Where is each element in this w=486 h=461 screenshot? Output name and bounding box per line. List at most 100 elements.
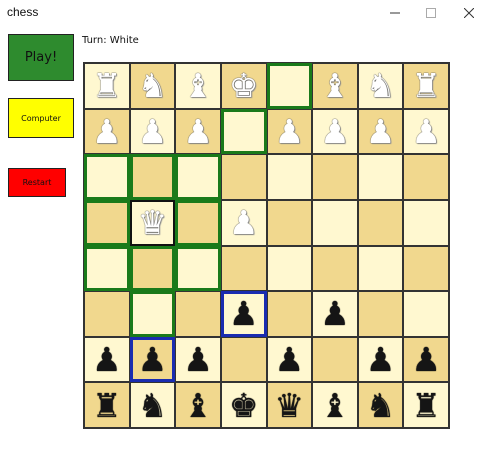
- square-g5[interactable]: [357, 199, 404, 246]
- square-g2[interactable]: ♟: [357, 336, 404, 383]
- black-knight-icon[interactable]: ♞: [366, 389, 396, 422]
- black-bishop-icon[interactable]: ♝: [183, 389, 213, 422]
- black-rook-icon[interactable]: ♜: [92, 389, 122, 422]
- square-e2[interactable]: ♟: [266, 336, 313, 383]
- computer-button[interactable]: Computer: [8, 98, 74, 138]
- square-d6[interactable]: [220, 154, 267, 200]
- square-g4[interactable]: [357, 245, 404, 292]
- black-queen-icon[interactable]: ♛: [275, 389, 305, 422]
- maximize-button[interactable]: [411, 0, 451, 26]
- square-b8[interactable]: ♞: [129, 63, 176, 109]
- black-pawn-icon[interactable]: ♟: [320, 297, 350, 330]
- square-a5[interactable]: [84, 199, 130, 246]
- square-g3[interactable]: [357, 291, 404, 337]
- white-rook-icon[interactable]: ♜: [411, 69, 441, 102]
- white-rook-icon[interactable]: ♜: [92, 69, 122, 102]
- square-a1[interactable]: ♜: [84, 382, 130, 428]
- square-g1[interactable]: ♞: [357, 382, 404, 428]
- square-d4[interactable]: [220, 245, 267, 292]
- square-e4[interactable]: [266, 245, 313, 292]
- square-g7[interactable]: ♟: [357, 108, 404, 155]
- white-queen-icon[interactable]: ♛: [138, 206, 168, 239]
- square-h8[interactable]: ♜: [403, 63, 449, 109]
- white-pawn-icon[interactable]: ♟: [411, 115, 441, 148]
- square-f1[interactable]: ♝: [312, 382, 358, 428]
- square-a7[interactable]: ♟: [84, 108, 130, 155]
- square-h5[interactable]: [403, 199, 449, 246]
- white-bishop-icon[interactable]: ♝: [183, 69, 213, 102]
- square-f2[interactable]: [312, 336, 358, 383]
- black-knight-icon[interactable]: ♞: [138, 389, 168, 422]
- play-button[interactable]: Play!: [8, 34, 74, 81]
- square-g6[interactable]: [357, 154, 404, 200]
- square-b5[interactable]: ♛: [129, 199, 176, 246]
- black-pawn-icon[interactable]: ♟: [183, 343, 213, 376]
- black-king-icon[interactable]: ♚: [229, 389, 259, 422]
- white-pawn-icon[interactable]: ♟: [183, 115, 213, 148]
- square-a4[interactable]: [84, 245, 130, 292]
- white-pawn-icon[interactable]: ♟: [92, 115, 122, 148]
- square-f3[interactable]: ♟: [312, 291, 358, 337]
- square-h6[interactable]: [403, 154, 449, 200]
- square-h7[interactable]: ♟: [403, 108, 449, 155]
- square-f6[interactable]: [312, 154, 358, 200]
- white-pawn-icon[interactable]: ♟: [320, 115, 350, 148]
- white-pawn-icon[interactable]: ♟: [138, 115, 168, 148]
- square-d8[interactable]: ♚: [220, 63, 267, 109]
- square-h3[interactable]: [403, 291, 449, 337]
- square-g8[interactable]: ♞: [357, 63, 404, 109]
- square-b6[interactable]: [129, 154, 176, 200]
- white-pawn-icon[interactable]: ♟: [229, 206, 259, 239]
- square-e1[interactable]: ♛: [266, 382, 313, 428]
- square-b3[interactable]: [129, 291, 176, 337]
- square-h4[interactable]: [403, 245, 449, 292]
- square-c8[interactable]: ♝: [175, 63, 221, 109]
- square-c1[interactable]: ♝: [175, 382, 221, 428]
- square-d5[interactable]: ♟: [220, 199, 267, 246]
- square-f5[interactable]: [312, 199, 358, 246]
- square-e8[interactable]: [266, 63, 313, 109]
- square-a3[interactable]: [84, 291, 130, 337]
- black-pawn-icon[interactable]: ♟: [411, 343, 441, 376]
- white-pawn-icon[interactable]: ♟: [366, 115, 396, 148]
- square-c4[interactable]: [175, 245, 221, 292]
- square-b7[interactable]: ♟: [129, 108, 176, 155]
- square-d2[interactable]: [220, 336, 267, 383]
- square-c6[interactable]: [175, 154, 221, 200]
- close-button[interactable]: [449, 0, 486, 26]
- black-rook-icon[interactable]: ♜: [411, 389, 441, 422]
- square-e7[interactable]: ♟: [266, 108, 313, 155]
- square-f7[interactable]: ♟: [312, 108, 358, 155]
- restart-button[interactable]: Restart: [8, 168, 66, 197]
- white-knight-icon[interactable]: ♞: [138, 69, 168, 102]
- square-a2[interactable]: ♟: [84, 336, 130, 383]
- white-knight-icon[interactable]: ♞: [366, 69, 396, 102]
- square-b2[interactable]: ♟: [129, 336, 176, 383]
- black-pawn-icon[interactable]: ♟: [366, 343, 396, 376]
- square-f8[interactable]: ♝: [312, 63, 358, 109]
- square-h2[interactable]: ♟: [403, 336, 449, 383]
- square-h1[interactable]: ♜: [403, 382, 449, 428]
- square-c2[interactable]: ♟: [175, 336, 221, 383]
- white-bishop-icon[interactable]: ♝: [320, 69, 350, 102]
- square-c3[interactable]: [175, 291, 221, 337]
- black-bishop-icon[interactable]: ♝: [320, 389, 350, 422]
- square-d1[interactable]: ♚: [220, 382, 267, 428]
- black-pawn-icon[interactable]: ♟: [138, 343, 168, 376]
- square-e3[interactable]: [266, 291, 313, 337]
- square-c7[interactable]: ♟: [175, 108, 221, 155]
- square-a6[interactable]: [84, 154, 130, 200]
- square-d3[interactable]: ♟: [220, 291, 267, 337]
- square-b4[interactable]: [129, 245, 176, 292]
- white-king-icon[interactable]: ♚: [229, 69, 259, 102]
- black-pawn-icon[interactable]: ♟: [229, 297, 259, 330]
- black-pawn-icon[interactable]: ♟: [275, 343, 305, 376]
- minimize-button[interactable]: [375, 0, 415, 26]
- square-d7[interactable]: [220, 108, 267, 155]
- square-c5[interactable]: [175, 199, 221, 246]
- square-e6[interactable]: [266, 154, 313, 200]
- black-pawn-icon[interactable]: ♟: [92, 343, 122, 376]
- square-b1[interactable]: ♞: [129, 382, 176, 428]
- square-e5[interactable]: [266, 199, 313, 246]
- square-f4[interactable]: [312, 245, 358, 292]
